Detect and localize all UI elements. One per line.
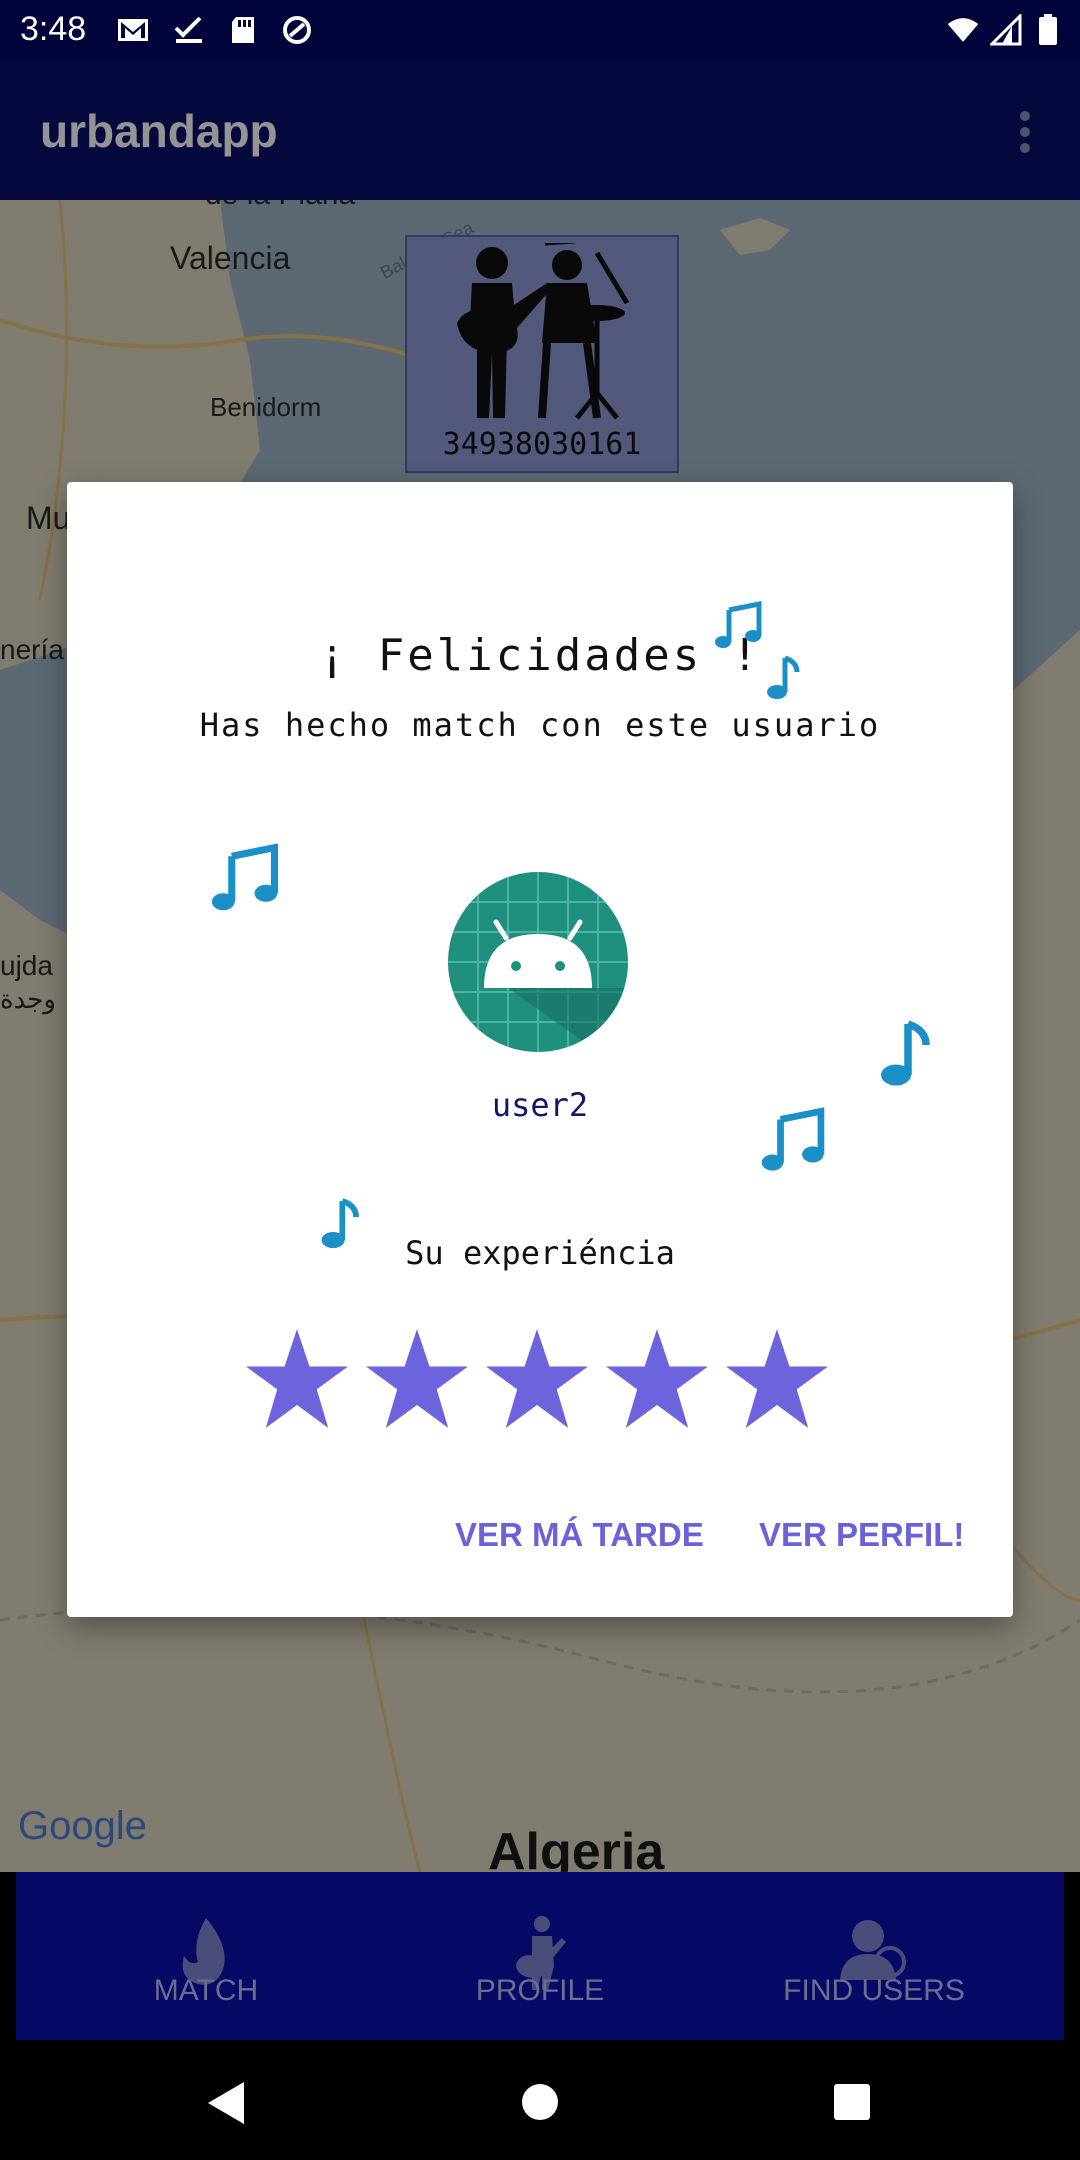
star-icon[interactable] (245, 1327, 349, 1431)
nav-item-profile[interactable]: PROFILE (370, 1872, 710, 2040)
star-icon[interactable] (365, 1327, 469, 1431)
nav-label-profile: PROFILE (475, 1974, 605, 2007)
android-icon (448, 872, 628, 1052)
rating-bar (245, 1327, 845, 1437)
dialog-subtitle: Has hecho match con este usuario (199, 706, 881, 744)
check-icon (174, 16, 202, 43)
battery-icon (1039, 14, 1057, 45)
back-icon[interactable] (204, 2080, 246, 2126)
gmail-icon (118, 19, 148, 41)
music-note-icon (881, 1020, 930, 1086)
bottom-nav: MATCH PROFILE FIND USERS (16, 1872, 1064, 2040)
system-nav-bar (0, 2040, 1080, 2160)
music-notes-icon (211, 843, 279, 911)
status-bar: 3:48 (0, 0, 1080, 60)
nav-label-find-users: FIND USERS (783, 1974, 965, 2007)
star-icon[interactable] (725, 1327, 829, 1431)
match-dialog: ¡ Felicidades ! Has hecho match con este… (67, 482, 1013, 1617)
star-icon[interactable] (605, 1327, 709, 1431)
music-note-icon (767, 655, 800, 699)
music-notes-icon (715, 600, 762, 648)
nav-item-match[interactable]: MATCH (36, 1872, 376, 2040)
sd-card-icon (232, 17, 254, 43)
star-icon[interactable] (485, 1327, 589, 1431)
wifi-icon (947, 18, 979, 42)
avatar[interactable] (448, 872, 628, 1052)
experience-label: Su experiéncia (405, 1234, 675, 1272)
signal-icon (990, 14, 1022, 46)
see-profile-button[interactable]: VER PERFIL! (759, 1516, 964, 1554)
nav-label-match: MATCH (153, 1974, 259, 2007)
home-icon[interactable] (520, 2082, 560, 2122)
nav-item-find-users[interactable]: FIND USERS (704, 1872, 1044, 2040)
dialog-title: ¡ Felicidades ! (318, 630, 762, 681)
sync-icon (283, 16, 311, 44)
match-username: user2 (491, 1086, 589, 1124)
clock: 3:48 (20, 10, 87, 48)
see-later-button[interactable]: VER MÁ TARDE (455, 1516, 704, 1554)
recents-icon[interactable] (832, 2082, 872, 2122)
